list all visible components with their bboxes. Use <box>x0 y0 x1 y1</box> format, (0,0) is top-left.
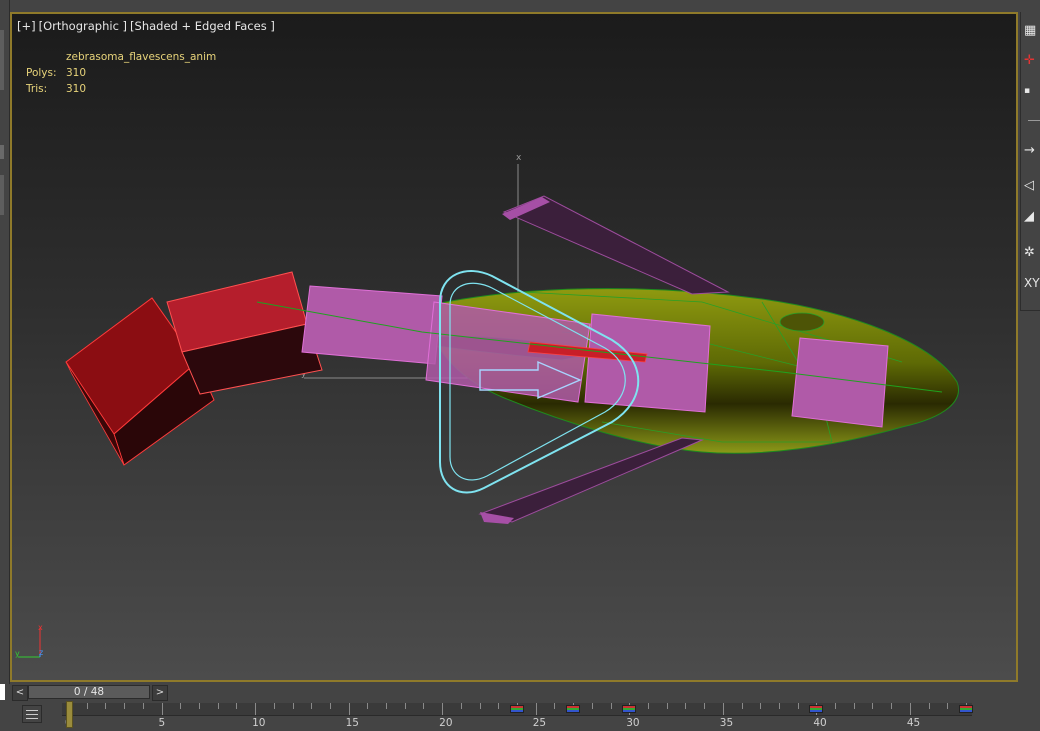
left-panel-marker <box>0 30 4 90</box>
keyframe-marker[interactable] <box>510 705 524 713</box>
track-tick <box>124 703 126 709</box>
track-tick <box>404 703 406 709</box>
track-tick <box>853 703 855 709</box>
track-tick-label: 45 <box>906 717 921 729</box>
track-tick <box>741 703 743 709</box>
current-frame-marker[interactable] <box>66 701 73 728</box>
track-tick <box>86 703 88 709</box>
time-slider[interactable]: < 0 / 48 > <box>12 684 168 701</box>
move-axis-icon[interactable]: → <box>1024 142 1040 160</box>
track-tick-label: 10 <box>252 717 266 729</box>
track-bar-config-button[interactable] <box>22 705 42 723</box>
track-tick <box>442 703 444 715</box>
scene-canvas[interactable]: x y <box>12 14 1016 680</box>
track-tick-label: 15 <box>345 717 359 729</box>
point-icon[interactable]: ▪ <box>1024 82 1040 100</box>
viewport-layout-toolbar: ▦ ✛ ▪ → ◁ ◢ ✲ XY <box>1020 12 1040 311</box>
track-tick-label: 5 <box>158 717 166 729</box>
camera-icon[interactable]: ◁ <box>1024 177 1040 195</box>
track-tick-label: 25 <box>532 717 547 729</box>
track-tick <box>311 703 313 709</box>
track-tick <box>423 703 425 709</box>
track-tick-label: 20 <box>439 717 453 729</box>
track-tick <box>928 703 930 709</box>
tripod-x-label: x <box>38 623 43 632</box>
toolbar-separator <box>1028 120 1040 121</box>
ventral-fin-bone[interactable] <box>478 437 704 523</box>
track-tick <box>947 703 949 709</box>
left-panel-edge <box>0 0 10 684</box>
keyframe-marker[interactable] <box>809 705 824 713</box>
dorsal-fin-bone[interactable] <box>502 195 730 295</box>
track-tick <box>760 703 762 709</box>
track-tick <box>217 703 219 709</box>
xyz-axis-icon[interactable]: XY <box>1024 274 1040 292</box>
track-tick <box>835 703 837 709</box>
track-tick <box>909 703 911 715</box>
track-tick <box>797 703 799 709</box>
keyframe-marker[interactable] <box>959 705 973 713</box>
track-tick <box>610 703 612 709</box>
gizmo-x-label: x <box>516 153 522 163</box>
head-bone[interactable] <box>791 337 889 428</box>
track-tick <box>647 703 649 709</box>
track-tick <box>180 703 182 709</box>
prev-frame-button[interactable]: < <box>12 685 28 701</box>
track-tick <box>535 703 537 715</box>
track-tick <box>554 703 556 709</box>
grid-icon[interactable]: ▦ <box>1024 22 1040 40</box>
track-tick <box>386 703 388 709</box>
track-tick-label: 40 <box>813 717 827 729</box>
select-object-icon[interactable]: ✛ <box>1024 52 1040 70</box>
track-tick <box>479 703 481 709</box>
left-white-tab <box>0 684 5 700</box>
track-tick <box>722 703 724 715</box>
track-tick-label: 30 <box>626 717 640 729</box>
spine-bone-1[interactable] <box>301 285 443 365</box>
track-tick <box>329 703 331 709</box>
viewport-orthographic[interactable]: [+] [Orthographic ] [Shaded + Edged Faces … <box>10 12 1018 682</box>
tripod-z-label: z <box>39 648 43 657</box>
track-tick <box>367 703 369 709</box>
track-tick <box>685 703 687 709</box>
track-tick <box>872 703 874 709</box>
track-tick <box>891 703 893 709</box>
track-tick <box>778 703 780 709</box>
tripod-y-label: y <box>15 649 20 658</box>
track-tick <box>236 703 238 709</box>
track-tick <box>348 703 350 715</box>
track-tick <box>198 703 200 709</box>
track-tick <box>255 703 257 715</box>
track-tick <box>704 703 706 709</box>
track-tick <box>292 703 294 709</box>
light-icon[interactable]: ◢ <box>1024 208 1040 226</box>
settings-gear-icon[interactable]: ✲ <box>1024 244 1040 262</box>
track-tick <box>666 703 668 709</box>
timeline-area: < 0 / 48 > 051015202530354045 <box>0 684 1040 731</box>
track-bar[interactable]: 051015202530354045 <box>62 703 973 729</box>
track-tick <box>591 703 593 709</box>
track-tick <box>105 703 107 709</box>
track-tick <box>498 703 500 709</box>
spine-bone-3[interactable] <box>584 313 711 413</box>
axis-tripod: x y z <box>15 623 43 658</box>
track-tick <box>142 703 144 709</box>
next-frame-button[interactable]: > <box>152 685 168 701</box>
track-tick <box>161 703 163 715</box>
track-tick <box>460 703 462 709</box>
track-tick <box>273 703 275 709</box>
left-panel-marker <box>0 145 4 159</box>
keyframe-marker[interactable] <box>622 705 637 713</box>
track-tick-label: 35 <box>719 717 734 729</box>
keyframe-marker[interactable] <box>566 705 581 713</box>
left-panel-marker <box>0 175 4 215</box>
time-slider-thumb[interactable]: 0 / 48 <box>28 685 150 699</box>
